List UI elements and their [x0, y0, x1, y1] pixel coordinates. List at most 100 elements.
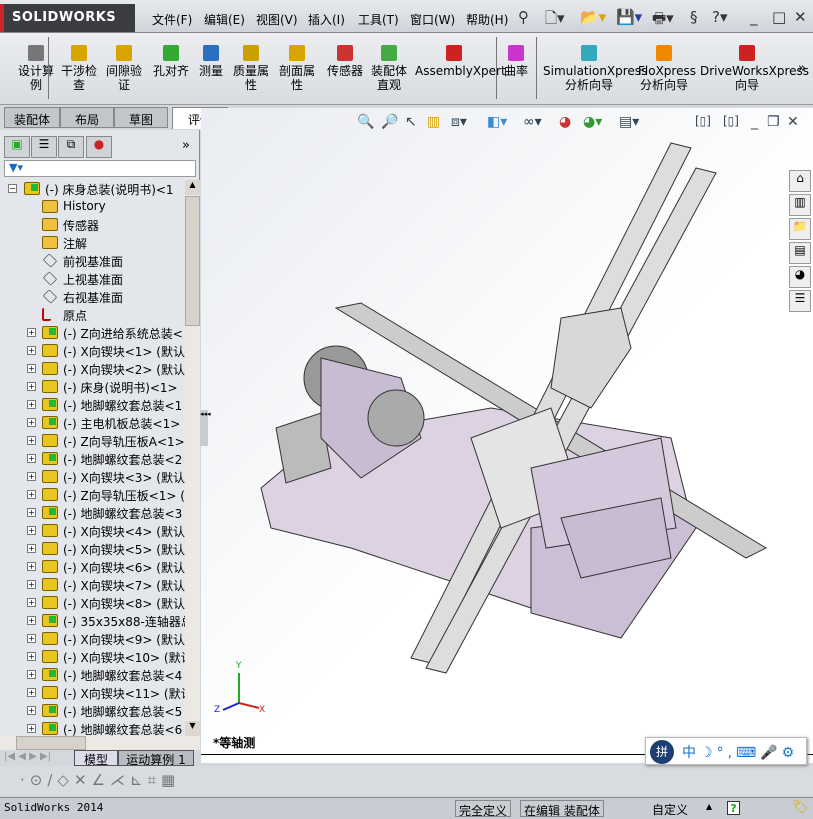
scroll-thumb[interactable]	[185, 196, 200, 326]
ime-logo-icon[interactable]: 拼	[650, 740, 674, 764]
file-explorer-icon[interactable]: 📁	[789, 218, 811, 240]
tag-icon[interactable]: 🏷	[792, 800, 809, 815]
ime-halfwidth-icon[interactable]: ☽	[700, 745, 717, 761]
expand-icon[interactable]: +	[27, 526, 36, 535]
expand-icon[interactable]: +	[27, 688, 36, 697]
expand-icon[interactable]: +	[27, 652, 36, 661]
view-palette-icon[interactable]: ▤	[789, 242, 811, 264]
help-icon[interactable]: ?▾	[712, 8, 728, 26]
menu-tools[interactable]: 工具(T)	[358, 11, 399, 28]
expand-icon[interactable]: +	[27, 724, 36, 733]
tree-horizontal-scrollbar[interactable]	[0, 736, 200, 750]
hscroll-thumb[interactable]	[16, 736, 86, 750]
command-simulationxpress[interactable]: SimulationXpress 分析向导	[543, 45, 647, 92]
expand-icon[interactable]: +	[27, 400, 36, 409]
tab-layout[interactable]: 布局	[60, 107, 114, 128]
rebuild-icon[interactable]: §	[690, 8, 698, 26]
command-section-properties[interactable]: 剖面属 性	[276, 45, 318, 92]
expand-icon[interactable]: +	[27, 346, 36, 355]
design-library-icon[interactable]: ▥	[789, 194, 811, 216]
filter-input[interactable]: ▼▾	[4, 160, 196, 177]
custom-properties-icon[interactable]: ☰	[789, 290, 811, 312]
expand-icon[interactable]: +	[27, 544, 36, 553]
trim-icon[interactable]: ✕	[74, 771, 92, 789]
maximize-button[interactable]: □	[772, 8, 786, 26]
command-hole-align[interactable]: 孔对齐	[150, 45, 192, 78]
save-icon[interactable]: 💾▾	[616, 8, 642, 26]
menu-edit[interactable]: 编辑(E)	[204, 11, 245, 28]
propertymanager-tab-icon[interactable]: ☰	[31, 136, 57, 158]
command-assemblyxpert[interactable]: AssemblyXpert	[415, 45, 506, 78]
polygon-icon[interactable]: ◇	[57, 771, 74, 789]
tab-motion-study[interactable]: 运动算例 1	[118, 750, 194, 767]
ime-punctuation-icon[interactable]: °,	[717, 745, 736, 761]
configurationmanager-tab-icon[interactable]: ⧉	[58, 136, 84, 158]
close-button[interactable]: ✕	[794, 8, 807, 26]
expand-icon[interactable]: +	[27, 616, 36, 625]
menu-insert[interactable]: 插入(I)	[308, 11, 345, 28]
panel-collapse-handle[interactable]: ◂◂◂	[200, 410, 211, 446]
help-status-icon[interactable]: ?	[727, 801, 740, 815]
expand-icon[interactable]: +	[27, 562, 36, 571]
menu-help[interactable]: 帮助(H)	[466, 11, 508, 28]
ime-toolbar[interactable]: 拼 中☽°,⌨🎤⚙	[645, 737, 807, 765]
ime-keyboard-icon[interactable]: ⌨	[736, 745, 760, 761]
graphics-area[interactable]: 🔍 🔎 ↖ ▥ ⧈▾ ◧▾ ∞▾ ◕ ◕▾ ▤▾ [▯] [▯] _ ❐ ✕ Y…	[201, 108, 813, 763]
minimize-button[interactable]: _	[750, 8, 758, 26]
command-measure[interactable]: 测量	[196, 45, 226, 78]
featuremanager-tab-icon[interactable]: ▣	[4, 136, 30, 158]
expand-icon[interactable]: +	[27, 364, 36, 373]
units-dropdown-icon[interactable]: ▲	[706, 802, 712, 811]
expand-icon[interactable]: +	[27, 328, 36, 337]
tab-nav-arrows[interactable]: |◀ ◀ ▶ ▶|	[4, 751, 51, 762]
pattern-icon[interactable]: ▦	[161, 771, 180, 789]
ime-chinese-mode[interactable]: 中	[682, 745, 700, 761]
menu-view[interactable]: 视图(V)	[256, 11, 298, 28]
tab-sketch[interactable]: 草图	[114, 107, 168, 128]
command-assembly-visualization[interactable]: 装配体 直观	[366, 45, 412, 92]
expand-icon[interactable]: +	[27, 580, 36, 589]
line-icon[interactable]: ∕	[47, 771, 57, 789]
scroll-down-button[interactable]: ▼	[185, 721, 200, 736]
new-icon[interactable]: 🗋▾	[545, 8, 565, 33]
expand-icon[interactable]: +	[27, 454, 36, 463]
tab-assembly[interactable]: 装配体	[4, 107, 60, 128]
more-commands-icon[interactable]: »	[798, 61, 806, 76]
expand-icon[interactable]: +	[27, 634, 36, 643]
tab-model[interactable]: 模型	[74, 750, 118, 767]
scroll-up-button[interactable]: ▲	[185, 180, 200, 195]
menu-file[interactable]: 文件(F)	[152, 11, 192, 28]
tree-vertical-scrollbar[interactable]: ▲ ▼	[185, 180, 200, 736]
expand-icon[interactable]: +	[27, 490, 36, 499]
expand-icon[interactable]: »	[182, 138, 190, 153]
angle-icon[interactable]: ∠	[92, 771, 110, 789]
assembly-model[interactable]: Y X Z	[201, 108, 813, 763]
expand-icon[interactable]: +	[27, 598, 36, 607]
solidworks-logo[interactable]: SOLIDWORKS	[0, 4, 135, 32]
expand-icon[interactable]: +	[27, 472, 36, 481]
resources-icon[interactable]: ⌂	[789, 170, 811, 192]
expand-icon[interactable]: +	[27, 706, 36, 715]
expand-icon[interactable]: +	[27, 436, 36, 445]
command-floxpress[interactable]: FloXpress 分析向导	[638, 45, 696, 92]
command-design-study[interactable]: 设计算 例	[10, 45, 62, 92]
displaymanager-tab-icon[interactable]: ●	[86, 136, 112, 158]
command-interference[interactable]: 干涉检 查	[58, 45, 100, 92]
pin-icon[interactable]: ⚲	[518, 8, 529, 26]
smart-dimension-icon[interactable]: ⊾	[130, 771, 148, 789]
units-selector[interactable]: 自定义	[652, 801, 688, 818]
ime-settings-icon[interactable]: ⚙	[782, 745, 799, 761]
mirror-icon[interactable]: ⌗	[148, 771, 161, 789]
expand-icon[interactable]: +	[27, 508, 36, 517]
relation-icon[interactable]: ⋌	[110, 771, 130, 789]
point-icon[interactable]: ·	[20, 771, 30, 789]
ime-voice-icon[interactable]: 🎤	[760, 745, 781, 761]
expand-icon[interactable]: +	[27, 670, 36, 679]
expand-icon[interactable]: +	[27, 382, 36, 391]
command-sensor[interactable]: 传感器	[322, 45, 368, 78]
expand-icon[interactable]: +	[27, 418, 36, 427]
collapse-icon[interactable]: −	[8, 184, 17, 193]
command-clearance[interactable]: 间隙验 证	[104, 45, 144, 92]
command-curvature[interactable]: 曲率	[500, 45, 532, 78]
menu-window[interactable]: 窗口(W)	[410, 11, 455, 28]
